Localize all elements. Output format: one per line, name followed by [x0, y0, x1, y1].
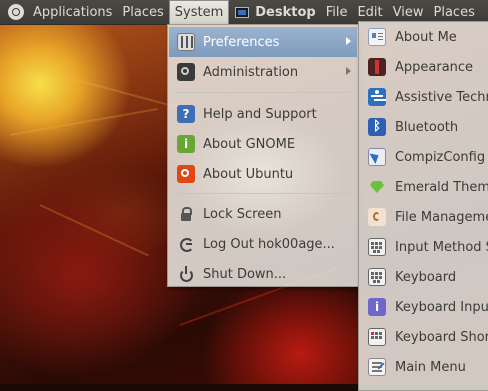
places-menu[interactable]: Places	[117, 0, 168, 24]
system-menu[interactable]: System	[168, 0, 230, 24]
menu-item-label: Keyboard Shortcuts	[395, 329, 488, 345]
menu-item-label: Input Method Switcher	[395, 239, 488, 255]
menu-item-emerald-theme-manager[interactable]: Emerald Theme Manager	[360, 172, 488, 202]
desktop-window-icon	[235, 6, 250, 18]
menu-item-about-me[interactable]: About Me	[360, 22, 488, 52]
menu-item-about-ubuntu[interactable]: About Ubuntu	[169, 159, 357, 189]
administration-icon	[177, 63, 195, 81]
menu-item-label: CompizConfig Settings Manager	[395, 149, 488, 165]
menu-item-label: Log Out hok00age...	[203, 236, 335, 252]
menu-item-shut-down[interactable]: Shut Down...	[169, 259, 357, 289]
menu-item-file-management[interactable]: File Management	[360, 202, 488, 232]
menu-item-label: Appearance	[395, 59, 474, 75]
file-management-icon	[368, 208, 386, 226]
menu-item-compizconfig[interactable]: CompizConfig Settings Manager	[360, 142, 488, 172]
menu-item-label: Emerald Theme Manager	[395, 179, 488, 195]
logout-icon	[177, 235, 195, 253]
about-me-icon	[368, 28, 386, 46]
menu-item-appearance[interactable]: Appearance	[360, 52, 488, 82]
menu-item-lock-screen[interactable]: Lock Screen	[169, 199, 357, 229]
menu-item-about-gnome[interactable]: i About GNOME	[169, 129, 357, 159]
menu-item-label: Administration	[203, 64, 299, 80]
emerald-icon	[368, 178, 386, 196]
lock-icon	[177, 205, 195, 223]
menu-item-assistive-technologies[interactable]: Assistive Technologies	[360, 82, 488, 112]
menu-separator	[174, 193, 352, 194]
menu-item-preferences[interactable]: Preferences	[169, 27, 357, 57]
menu-item-label: Assistive Technologies	[395, 89, 488, 105]
keyboard-shortcuts-icon	[368, 328, 386, 346]
menu-item-label: Shut Down...	[203, 266, 287, 282]
menu-item-keyboard[interactable]: Keyboard	[360, 262, 488, 292]
bluetooth-icon: ᛒ	[368, 118, 386, 136]
power-icon	[177, 265, 195, 283]
menu-item-label: File Management	[395, 209, 488, 225]
menu-item-label: About Me	[395, 29, 457, 45]
menu-item-label: Bluetooth	[395, 119, 459, 135]
menu-item-label: Main Menu	[395, 359, 466, 375]
applications-menu[interactable]: Applications	[28, 0, 117, 24]
menu-item-keyboard-input-methods[interactable]: i Keyboard Input Methods	[360, 292, 488, 322]
menu-item-label: Keyboard	[395, 269, 457, 285]
window-title: Desktop	[255, 4, 316, 20]
menu-item-bluetooth[interactable]: ᛒ Bluetooth	[360, 112, 488, 142]
menu-item-label: About GNOME	[203, 136, 296, 152]
submenu-arrow-icon	[346, 67, 351, 75]
file-menu[interactable]: File	[321, 0, 353, 24]
menu-item-label: Preferences	[203, 34, 280, 50]
help-icon: ?	[177, 105, 195, 123]
ubuntu-menu-icon[interactable]	[8, 4, 24, 20]
accessibility-icon	[368, 88, 386, 106]
menu-item-log-out[interactable]: Log Out hok00age...	[169, 229, 357, 259]
keyboard-input-icon: i	[368, 298, 386, 316]
menu-item-label: Help and Support	[203, 106, 317, 122]
menu-item-input-method-switcher[interactable]: Input Method Switcher	[360, 232, 488, 262]
appearance-icon	[368, 58, 386, 76]
submenu-arrow-icon	[346, 37, 351, 45]
preferences-icon	[177, 33, 195, 51]
menu-item-label: Keyboard Input Methods	[395, 299, 488, 315]
main-menu-icon	[368, 358, 386, 376]
menu-item-help-and-support[interactable]: ? Help and Support	[169, 99, 357, 129]
menu-item-main-menu[interactable]: Main Menu	[360, 352, 488, 382]
menu-item-keyboard-shortcuts[interactable]: Keyboard Shortcuts	[360, 322, 488, 352]
gnome-info-icon: i	[177, 135, 195, 153]
keyboard-icon	[368, 268, 386, 286]
menu-item-label: About Ubuntu	[203, 166, 294, 182]
ubuntu-logo-icon	[177, 165, 195, 183]
keyboard-icon	[368, 238, 386, 256]
compiz-icon	[368, 148, 386, 166]
system-dropdown-menu: Preferences Administration ? Help and Su…	[167, 24, 359, 287]
menu-item-label: Lock Screen	[203, 206, 282, 222]
menu-item-administration[interactable]: Administration	[169, 57, 357, 87]
preferences-submenu: About Me Appearance Assistive Technologi…	[358, 21, 488, 391]
menu-separator	[174, 92, 352, 93]
